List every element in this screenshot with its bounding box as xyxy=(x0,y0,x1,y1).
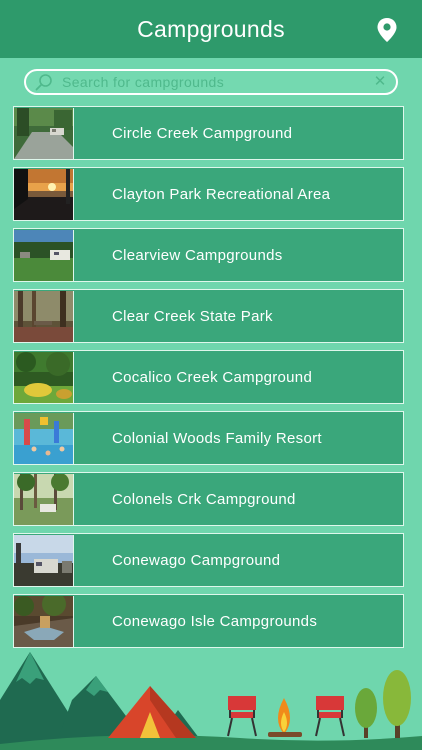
list-item[interactable]: Colonels Crk Campground xyxy=(13,472,404,526)
campground-name: Conewago Campground xyxy=(112,551,281,569)
search-input[interactable] xyxy=(54,74,372,90)
list-item[interactable]: Clayton Park Recreational Area xyxy=(13,167,404,221)
campground-name: Conewago Isle Campgrounds xyxy=(112,612,318,630)
search-icon xyxy=(35,74,52,91)
list-item[interactable]: Colonial Woods Family Resort xyxy=(13,411,404,465)
campground-thumbnail xyxy=(14,595,74,647)
map-pin-icon[interactable] xyxy=(376,17,398,43)
search-bar[interactable]: ✕ xyxy=(24,69,398,95)
campground-name: Circle Creek Campground xyxy=(112,124,293,142)
campground-name: Clearview Campgrounds xyxy=(112,246,283,264)
campground-thumbnail xyxy=(14,351,74,403)
campground-thumbnail xyxy=(14,107,74,159)
campsite-illustration xyxy=(0,652,422,750)
clear-icon[interactable]: ✕ xyxy=(372,74,388,90)
campground-name: Clayton Park Recreational Area xyxy=(112,185,331,203)
campground-list: Circle Creek Campground Clayton Park Rec… xyxy=(13,106,404,655)
list-item[interactable]: Clearview Campgrounds xyxy=(13,228,404,282)
campground-name: Clear Creek State Park xyxy=(112,307,273,325)
campground-name: Colonial Woods Family Resort xyxy=(112,429,322,447)
campground-name: Colonels Crk Campground xyxy=(112,490,296,508)
list-item[interactable]: Circle Creek Campground xyxy=(13,106,404,160)
campground-thumbnail xyxy=(14,412,74,464)
list-item[interactable]: Clear Creek State Park xyxy=(13,289,404,343)
page-title: Campgrounds xyxy=(137,15,285,42)
campground-thumbnail xyxy=(14,473,74,525)
campground-thumbnail xyxy=(14,168,74,220)
list-item[interactable]: Cocalico Creek Campground xyxy=(13,350,404,404)
campground-thumbnail xyxy=(14,534,74,586)
campground-thumbnail xyxy=(14,229,74,281)
list-item[interactable]: Conewago Campground xyxy=(13,533,404,587)
campground-thumbnail xyxy=(14,290,74,342)
app-header: Campgrounds xyxy=(0,0,422,58)
campground-name: Cocalico Creek Campground xyxy=(112,368,313,386)
